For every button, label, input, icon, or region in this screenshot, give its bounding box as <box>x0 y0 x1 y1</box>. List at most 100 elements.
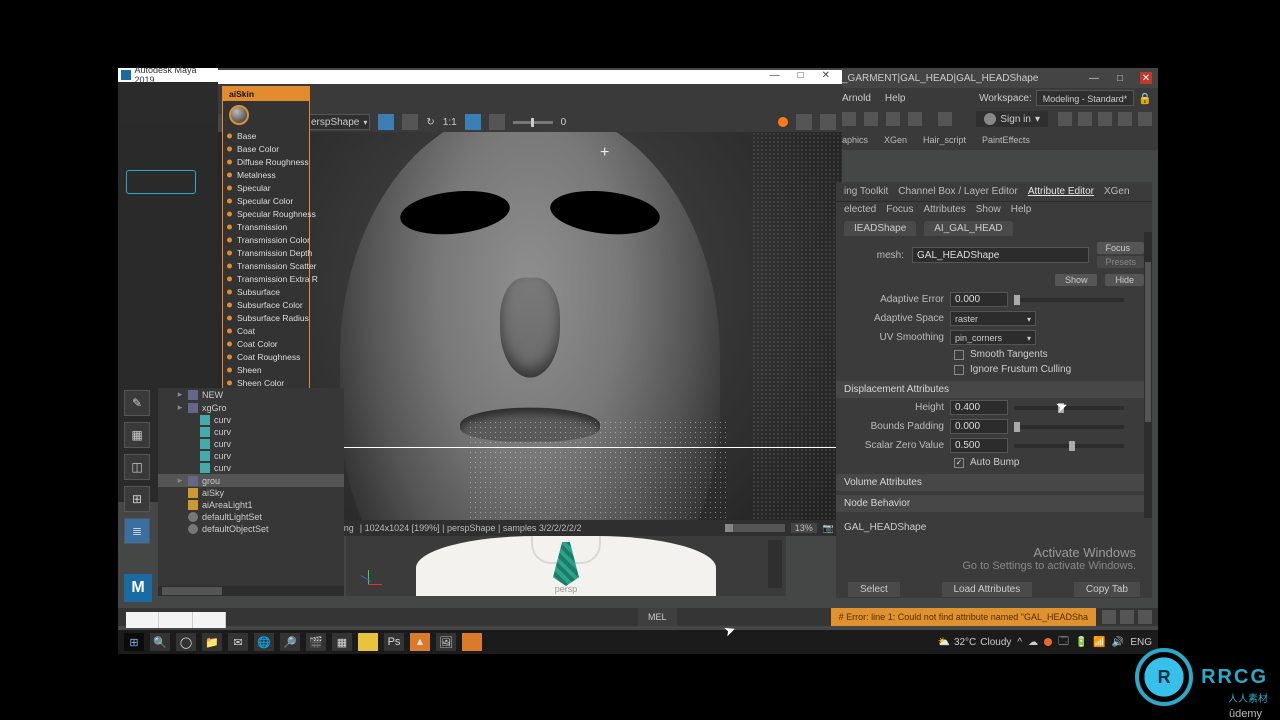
hide-button[interactable]: Hide <box>1105 274 1144 286</box>
outliner-row[interactable]: defaultLightSet <box>158 511 344 523</box>
task-view-icon[interactable]: ◯ <box>176 633 196 651</box>
ae-node-tab[interactable]: AI_GAL_HEAD <box>924 221 1012 236</box>
shader-attr-item[interactable]: Base <box>223 129 309 142</box>
adaptive-error-field[interactable] <box>950 292 1008 307</box>
shader-swatch[interactable] <box>229 105 249 125</box>
toolbar-icon[interactable] <box>842 112 856 126</box>
tool-button[interactable]: ▦ <box>124 422 150 448</box>
cmd-icon[interactable] <box>1102 610 1116 624</box>
node-behavior-section-header[interactable]: Node Behavior <box>836 495 1152 512</box>
ae-menu[interactable]: elected <box>844 204 876 215</box>
outliner-toggle-button[interactable]: ≣ <box>124 518 150 544</box>
shader-attr-item[interactable]: Coat <box>223 324 309 337</box>
taskbar-app-icon[interactable]: ✉ <box>228 633 248 651</box>
node-graph-node[interactable] <box>126 170 196 194</box>
shader-attr-item[interactable]: Diffuse Roughness <box>223 155 309 168</box>
taskbar-weather[interactable]: ⛅ 32°C Cloudy <box>937 637 1011 648</box>
focus-button[interactable]: Focus <box>1097 242 1144 254</box>
rv-close-button[interactable]: ✕ <box>822 70 830 84</box>
outliner-hscrollbar[interactable] <box>158 586 344 596</box>
persp-viewport[interactable]: persp <box>346 536 786 596</box>
shader-attr-item[interactable]: Base Color <box>223 142 309 155</box>
adaptive-error-slider[interactable] <box>1014 298 1124 302</box>
bounds-padding-field[interactable] <box>950 419 1008 434</box>
rv-minimize-button[interactable]: — <box>770 70 780 84</box>
outliner-row[interactable]: curv <box>158 414 344 426</box>
shader-attr-item[interactable]: Coat Color <box>223 337 309 350</box>
viewport-camera-controls[interactable] <box>768 540 782 588</box>
taskbar-app-icon[interactable]: 🔎 <box>280 633 300 651</box>
shelf-tab[interactable]: Hair_script <box>923 135 966 145</box>
shader-attr-item[interactable]: Metalness <box>223 168 309 181</box>
disclosure-icon[interactable]: ▸ <box>176 402 184 413</box>
window-maximize-button[interactable]: □ <box>1114 72 1126 84</box>
uv-smoothing-dropdown[interactable]: pin_corners <box>950 330 1036 345</box>
toolbar-icon[interactable] <box>908 112 922 126</box>
rv-ratio[interactable]: 1:1 <box>443 117 457 128</box>
rv-settings-icon[interactable] <box>489 114 505 130</box>
rv-toolbar-icon[interactable] <box>402 114 418 130</box>
wifi-icon[interactable]: 📶 <box>1093 637 1105 648</box>
start-button[interactable]: ⊞ <box>124 633 144 651</box>
shader-attr-item[interactable]: Subsurface Color <box>223 298 309 311</box>
rv-maximize-button[interactable]: □ <box>798 70 804 84</box>
shader-attr-item[interactable]: Specular <box>223 181 309 194</box>
window-close-button[interactable]: ✕ <box>1140 72 1152 84</box>
ae-load-button[interactable]: Load Attributes <box>942 582 1033 597</box>
taskbar-app-icon[interactable]: Ps <box>384 633 404 651</box>
tool-button[interactable]: ◫ <box>124 454 150 480</box>
rv-region-button[interactable] <box>465 114 481 130</box>
scalar-zero-slider[interactable] <box>1014 444 1124 448</box>
outliner-row[interactable]: ▸xgGro <box>158 401 344 414</box>
record-icon[interactable] <box>778 117 788 127</box>
secondary-app-window[interactable] <box>126 612 226 628</box>
ignore-frustum-checkbox[interactable] <box>954 365 964 375</box>
shader-attr-item[interactable]: Specular Color <box>223 194 309 207</box>
rv-camera-selector[interactable]: erspShape <box>304 114 370 130</box>
shader-attr-item[interactable]: Coat Roughness <box>223 350 309 363</box>
toolbar-icon[interactable] <box>864 112 878 126</box>
panel-tab[interactable]: ing Toolkit <box>844 186 888 197</box>
tray-lang[interactable]: ENG <box>1130 637 1152 648</box>
tray-icon[interactable]: 🗔 <box>1058 634 1069 651</box>
outliner-row[interactable]: defaultObjectSet <box>158 523 344 535</box>
ae-menu[interactable]: Attributes <box>923 204 965 215</box>
cmd-icon[interactable] <box>1120 610 1134 624</box>
mel-toggle[interactable]: MEL <box>638 608 677 626</box>
menu-help[interactable]: Help <box>885 93 906 104</box>
taskbar-search-icon[interactable]: 🔍 <box>150 633 170 651</box>
shader-attr-item[interactable]: Transmission Depth <box>223 246 309 259</box>
signin-button[interactable]: Sign in ▾ <box>976 111 1048 127</box>
shader-attr-item[interactable]: Transmission Color <box>223 233 309 246</box>
height-slider[interactable] <box>1014 406 1124 410</box>
rv-exposure-slider[interactable] <box>513 121 553 124</box>
rv-render-button[interactable] <box>378 114 394 130</box>
lock-icon[interactable]: 🔒 <box>1138 92 1152 105</box>
shelf-tab[interactable]: XGen <box>884 135 907 145</box>
camera-icon[interactable]: 📷 <box>823 523 834 534</box>
tray-icon[interactable] <box>1044 638 1052 646</box>
ae-node-tab[interactable]: IEADShape <box>844 221 916 236</box>
ae-menu[interactable]: Help <box>1011 204 1032 215</box>
ae-menu[interactable]: Show <box>976 204 1001 215</box>
stop-icon[interactable] <box>938 112 952 126</box>
shelf-tab[interactable]: aphics <box>842 135 868 145</box>
taskbar-app-icon[interactable]: 📁 <box>202 633 222 651</box>
taskbar-app-icon[interactable]: ▲ <box>410 633 430 651</box>
shader-attr-item[interactable]: Transmission <box>223 220 309 233</box>
shelf-tab[interactable]: PaintEffects <box>982 135 1030 145</box>
toolbar-icon[interactable] <box>886 112 900 126</box>
outliner-row[interactable]: ▸grou <box>158 474 344 487</box>
shader-attr-item[interactable]: Specular Roughness <box>223 207 309 220</box>
toolbar-icon[interactable] <box>1118 112 1132 126</box>
taskbar-app-icon[interactable]: 🎬 <box>306 633 326 651</box>
toolbar-icon[interactable] <box>1098 112 1112 126</box>
presets-button[interactable]: Presets <box>1097 256 1144 268</box>
outliner-row[interactable]: curv <box>158 462 344 474</box>
outliner-row[interactable]: aiSky <box>158 487 344 499</box>
tray-icon[interactable]: ☁ <box>1028 637 1038 648</box>
ae-footer-tab[interactable]: GAL_HEADShape <box>836 520 1152 536</box>
outliner-row[interactable]: curv <box>158 438 344 450</box>
shader-attr-item[interactable]: Transmission Extra R <box>223 272 309 285</box>
panel-tab[interactable]: Channel Box / Layer Editor <box>898 186 1018 197</box>
